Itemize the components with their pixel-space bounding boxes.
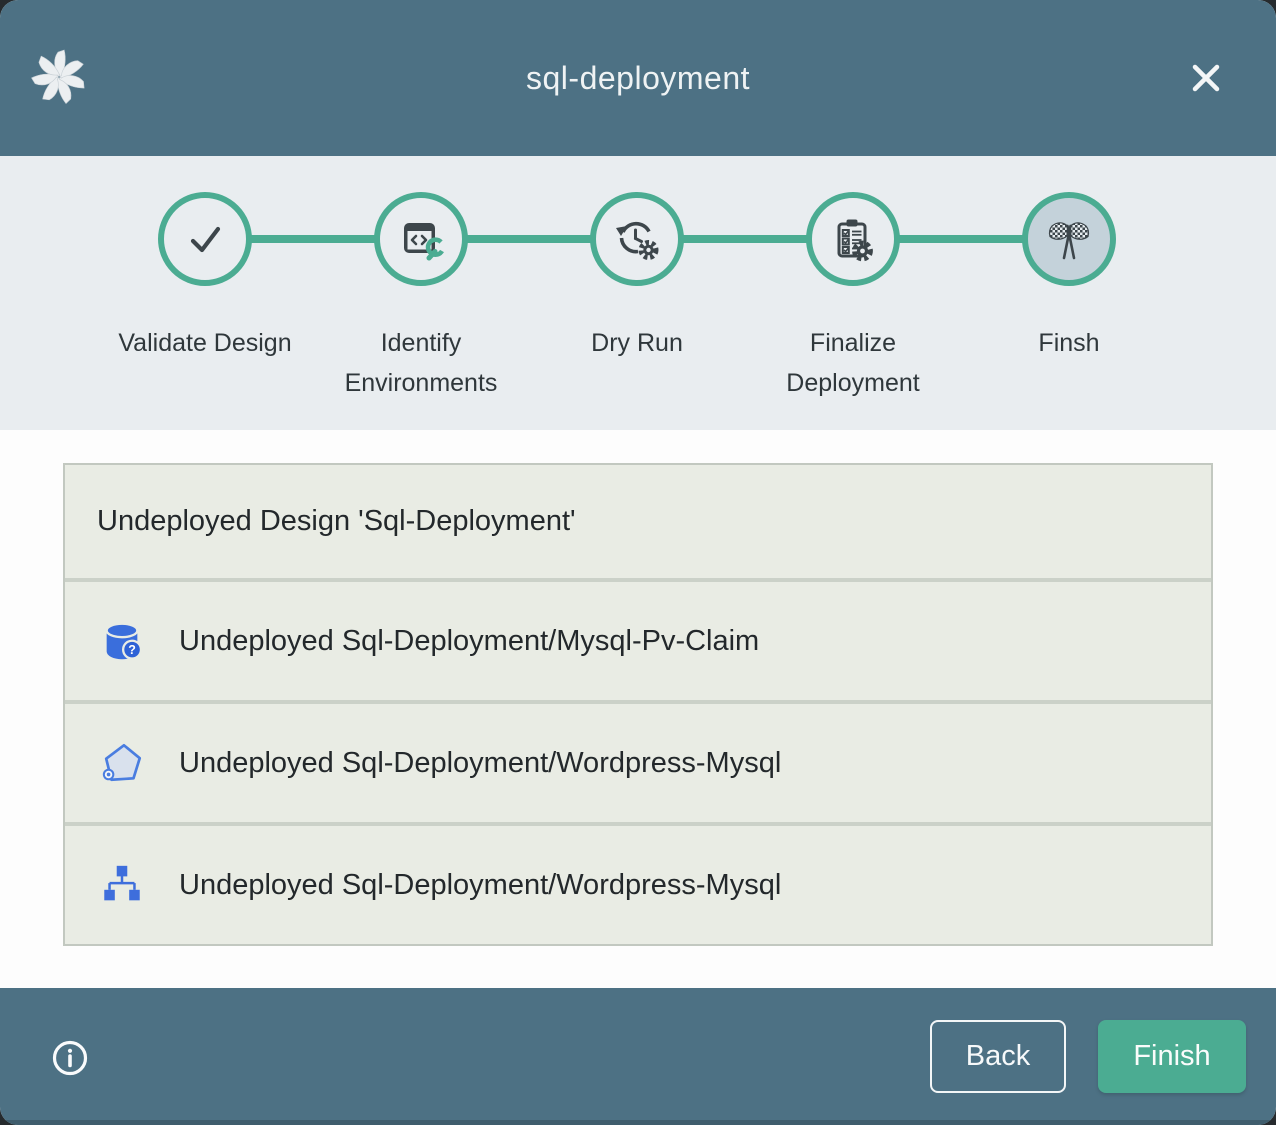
step-finish: Finsh	[961, 192, 1177, 403]
status-row-design: Undeployed Design 'Sql-Deployment'	[65, 465, 1211, 578]
checkered-flags-icon	[1045, 215, 1093, 263]
finish-button[interactable]: Finish	[1098, 1020, 1246, 1093]
step-finalize-deployment: Finalize Deployment	[745, 192, 961, 403]
back-button[interactable]: Back	[930, 1020, 1066, 1093]
step-validate-design: Validate Design	[97, 192, 313, 403]
step-label: Dry Run	[591, 323, 683, 363]
step-label: Validate Design	[118, 323, 291, 363]
deployment-status-content: Undeployed Design 'Sql-Deployment' ? Und…	[0, 430, 1276, 988]
status-text: Undeployed Sql-Deployment/Wordpress-Mysq…	[179, 747, 781, 780]
tree-topology-icon	[99, 862, 145, 908]
clipboard-gear-icon	[829, 215, 877, 263]
step-label: Finalize Deployment	[762, 323, 944, 403]
dialog-footer: Back Finish	[0, 988, 1276, 1125]
check-icon	[181, 215, 229, 263]
sql-deployment-dialog: sql-deployment	[0, 0, 1276, 1125]
step-identify-environments: Identify Environments	[313, 192, 529, 403]
status-text: Undeployed Sql-Deployment/Mysql-Pv-Claim	[179, 625, 759, 658]
deployment-stepper: Validate Design	[0, 156, 1276, 430]
step-circle	[1022, 192, 1116, 286]
svg-text:?: ?	[128, 643, 136, 657]
step-circle	[158, 192, 252, 286]
close-button[interactable]	[1184, 56, 1228, 100]
code-window-wrench-icon	[397, 215, 445, 263]
pod-pentagon-icon	[99, 740, 145, 786]
step-circle	[374, 192, 468, 286]
status-row-wordpress-mysql-pod: Undeployed Sql-Deployment/Wordpress-Mysq…	[65, 704, 1211, 822]
step-circle	[590, 192, 684, 286]
dialog-title: sql-deployment	[0, 0, 1276, 156]
close-icon	[1186, 58, 1226, 98]
dialog-header: sql-deployment	[0, 0, 1276, 156]
database-question-icon: ?	[99, 618, 145, 664]
step-circle	[806, 192, 900, 286]
info-icon	[50, 1038, 90, 1078]
status-list-panel: Undeployed Design 'Sql-Deployment' ? Und…	[63, 463, 1213, 946]
history-gear-icon	[613, 215, 661, 263]
status-row-mysql-pv-claim: ? Undeployed Sql-Deployment/Mysql-Pv-Cla…	[65, 582, 1211, 700]
step-label: Finsh	[1038, 323, 1099, 363]
status-text: Undeployed Sql-Deployment/Wordpress-Mysq…	[179, 869, 781, 902]
status-text: Undeployed Design 'Sql-Deployment'	[97, 505, 576, 538]
step-label: Identify Environments	[330, 323, 512, 403]
info-button[interactable]	[50, 1038, 90, 1078]
status-row-wordpress-mysql-tree: Undeployed Sql-Deployment/Wordpress-Mysq…	[65, 826, 1211, 944]
step-dry-run: Dry Run	[529, 192, 745, 403]
